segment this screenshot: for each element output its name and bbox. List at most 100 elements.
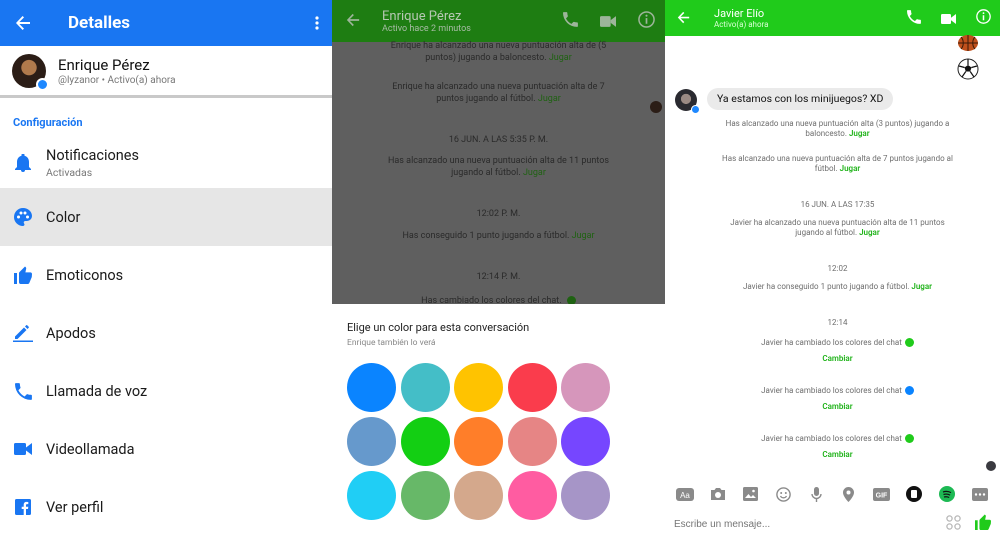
color-swatch[interactable] [507,471,557,520]
composer-row [665,512,1000,536]
menu-label: Notificaciones [46,147,139,164]
app-black-icon[interactable] [905,485,923,503]
dimmed-chat-background[interactable]: Enrique Pérez Activo hace 2 minutos Enri… [332,0,665,304]
profile-header[interactable]: Enrique Pérez @lyzanor • Activo(a) ahora [0,46,332,98]
color-swatch[interactable] [561,363,610,412]
messenger-badge-icon [691,105,700,114]
change-button[interactable]: Cambiar [695,354,980,364]
menu-item-videollamada[interactable]: Videollamada [0,420,332,478]
menu-item-ver-perfil[interactable]: Ver perfil [0,478,332,536]
system-message: Enrique ha alcanzado una nueva puntuació… [390,41,607,63]
seen-avatar [986,461,996,471]
system-message: Javier ha cambiado los colores del chat [695,386,980,396]
details-panel: Detalles Enrique Pérez @lyzanor • Activo… [0,0,332,536]
play-link[interactable]: Jugar [840,164,861,173]
more-apps-icon[interactable] [971,485,989,503]
play-link[interactable]: Jugar [911,282,932,291]
color-swatch[interactable] [400,363,450,412]
gallery-icon[interactable] [742,485,760,503]
timestamp: 12:02 [827,264,848,273]
back-arrow-icon [346,12,360,31]
thumbs-up-send-icon[interactable] [975,514,991,534]
change-button[interactable]: Cambiar [695,450,980,460]
avatar[interactable] [12,53,49,91]
camera-icon[interactable] [709,485,727,503]
back-arrow-icon[interactable] [0,0,46,46]
color-swatch[interactable] [561,417,610,466]
composer-toolbar: Aa GIF [665,481,1000,507]
chat-name: Enrique Pérez [382,8,462,24]
video-icon [13,439,33,459]
color-swatch[interactable] [400,471,450,520]
timestamp: 12:02 P. M. [476,209,521,219]
color-swatch[interactable] [400,417,450,466]
play-link[interactable]: Jugar [859,228,880,237]
profile-name: Enrique Pérez [58,55,150,74]
menu-sublabel: Activadas [46,166,93,179]
color-swatch[interactable] [347,363,396,412]
text-aa-icon[interactable]: Aa [676,485,695,503]
color-swatch[interactable] [454,417,503,466]
avatar[interactable] [675,89,700,114]
color-swatch[interactable] [561,471,610,520]
chat-app-bar: Javier Elío Activo(a) ahora [665,0,1000,36]
pencil-icon [13,323,33,343]
color-picker-panel: Enrique Pérez Activo hace 2 minutos Enri… [332,0,665,536]
color-dot [904,434,914,444]
menu-label: Emoticonos [46,266,124,284]
change-button[interactable]: Cambiar [695,402,980,412]
play-link[interactable]: Jugar [849,129,870,138]
svg-text:Aa: Aa [680,491,690,500]
apps-grid-icon[interactable] [946,514,961,534]
system-message: Javier ha cambiado los colores del chat [695,434,980,444]
menu-label: Llamada de voz [46,382,148,400]
color-swatch[interactable] [347,471,396,520]
system-message: Has alcanzado una nueva puntuación alta … [725,119,950,138]
spotify-icon[interactable] [938,485,956,503]
message-bubble[interactable]: Ya estamos con los minijuegos? XD [707,88,894,110]
phone-icon[interactable] [907,9,921,28]
video-icon [600,12,616,31]
color-swatch[interactable] [454,471,503,520]
info-icon[interactable] [976,8,991,28]
soccer-ball-icon[interactable] [957,58,979,84]
menu-item-color[interactable]: Color [0,188,332,246]
more-vert-icon[interactable] [302,0,332,46]
basketball-icon[interactable] [957,34,979,56]
dimmed-app-bar: Enrique Pérez Activo hace 2 minutos [332,0,665,42]
chat-status: Activo(a) ahora [714,20,769,29]
location-icon[interactable] [840,485,858,503]
color-swatch[interactable] [454,363,503,412]
gif-icon[interactable]: GIF [872,485,890,503]
timestamp: 16 JUN. A LAS 17:35 [800,200,875,209]
menu-label: Ver perfil [46,498,104,516]
microphone-icon[interactable] [807,485,825,503]
video-icon[interactable] [941,9,956,28]
color-swatch[interactable] [507,363,557,412]
bell-icon [13,153,33,173]
facebook-icon [13,497,33,517]
menu-item-apodos[interactable]: Apodos [0,304,332,362]
phone-icon [13,381,33,401]
menu-item-llamada-de-voz[interactable]: Llamada de voz [0,362,332,420]
svg-text:GIF: GIF [876,492,888,499]
message-input[interactable] [674,518,946,530]
menu-item-notificaciones[interactable]: Notificaciones Activadas [0,138,332,188]
system-message: Has alcanzado una nueva puntuación alta … [387,156,609,178]
system-message: Enrique ha alcanzado una nueva puntuació… [392,82,605,104]
emoji-icon[interactable] [774,485,792,503]
timestamp: 12:14 P. M. [476,272,521,282]
timestamp: 16 JUN. A LAS 5:35 P. M. [448,135,549,145]
menu-item-emoticonos[interactable]: Emoticonos [0,246,332,304]
color-dot [904,338,914,348]
section-heading: Configuración [13,116,83,129]
back-arrow-icon[interactable] [677,9,690,28]
page-title: Detalles [68,13,130,33]
small-avatar [650,101,662,113]
messenger-badge-icon [36,77,49,91]
color-swatch[interactable] [507,417,557,466]
system-message: Javier ha conseguido 1 punto jugando a f… [742,282,933,291]
menu-label: Apodos [46,324,96,342]
system-message: Has cambiado los colores del chat. [372,295,625,304]
color-swatch[interactable] [347,417,396,466]
